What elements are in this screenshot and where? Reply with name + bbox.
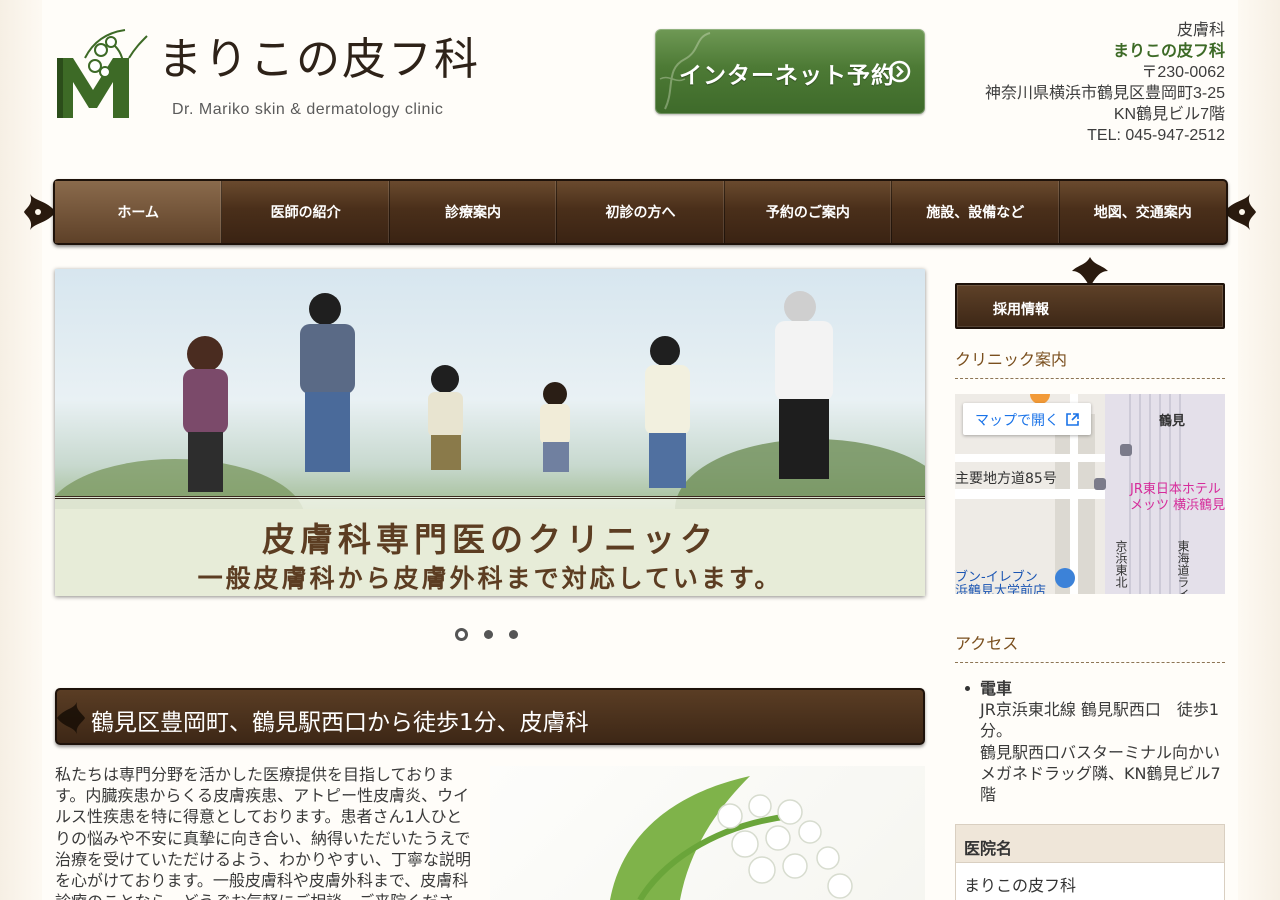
lily-m-logo-icon <box>57 29 148 118</box>
intro-paragraph: 私たちは専門分野を活かした医療提供を目指しております。内臓疾患からくる皮膚疾患、… <box>55 765 472 900</box>
map-label-road: 主要地方道85号 <box>955 471 1057 487</box>
access-list: 電車 JR京浜東北線 鶴見駅西口 徒歩1分。 鶴見駅西口バスターミナル向かいメガ… <box>965 678 1225 805</box>
info-table-header: 医院名 <box>956 825 1224 863</box>
hero-caption: 皮膚科専門医のクリニック 一般皮膚科から皮膚外科まで対応しています。 <box>55 496 925 596</box>
section-title: 鶴見区豊岡町、鶴見駅西口から徒歩1分、皮膚科 <box>91 710 589 736</box>
hero-slider[interactable]: 皮膚科専門医のクリニック 一般皮膚科から皮膚外科まで対応しています。 <box>55 269 925 596</box>
hero-subtitle: 一般皮膚科から皮膚外科まで対応しています。 <box>197 564 783 593</box>
nav-right-ornament-icon <box>1224 194 1256 230</box>
address-line1: 神奈川県横浜市鶴見区豊岡町3-25 <box>984 85 1225 102</box>
slider-pagination <box>455 628 518 641</box>
recruit-button[interactable]: 採用情報 <box>955 283 1225 329</box>
reservation-label: インターネット予約 <box>679 63 895 89</box>
nav-item-access-map[interactable]: 地図、交通案内 <box>1060 181 1226 243</box>
nav-item-reservation[interactable]: 予約のご案内 <box>725 181 893 243</box>
nav-item-first-visit[interactable]: 初診の方へ <box>557 181 725 243</box>
access-building-info: 鶴見駅西口バスターミナル向かいメガネドラッグ隣、KN鶴見ビル7階 <box>980 742 1221 805</box>
address-postal: 〒230-0062 <box>1141 64 1225 81</box>
open-map-button[interactable]: マップで開く <box>963 403 1091 435</box>
address-tel[interactable]: TEL: 045-947-2512 <box>985 125 1225 146</box>
map-label-rail-line: 京浜東北 <box>1114 540 1128 588</box>
internet-reservation-button[interactable]: インターネット予約 <box>655 29 925 114</box>
clinic-logo[interactable]: まりこの皮フ科 Dr. Mariko skin & dermatology cl… <box>55 28 495 124</box>
google-map-embed[interactable]: マップで開く 鶴見 主要地方道85号 JR東日本ホテル メッツ 横浜鶴見 ブン-… <box>955 394 1225 594</box>
clinic-address: 皮膚科 まりこの皮フ科 〒230-0062 神奈川県横浜市鶴見区豊岡町3-25 … <box>985 20 1225 146</box>
address-clinic-name: まりこの皮フ科 <box>1112 43 1225 60</box>
access-heading: アクセス <box>955 630 1225 663</box>
nav-item-facilities[interactable]: 施設、設備など <box>892 181 1060 243</box>
external-link-icon <box>1066 413 1079 426</box>
map-label-hotel-2: メッツ 横浜鶴見 <box>1130 498 1225 513</box>
arrow-circle-right-icon <box>888 60 911 83</box>
nav-left-ornament-icon <box>24 194 56 230</box>
clinic-info-table: 医院名 まりこの皮フ科 <box>955 824 1225 900</box>
map-label-rail-line-2: 東海道ライン <box>1176 540 1190 594</box>
address-line2: KN鶴見ビル7階 <box>1113 106 1225 123</box>
access-train-line: JR京浜東北線 鶴見駅西口 徒歩1分。 <box>980 700 1220 741</box>
clinic-info-heading: クリニック案内 <box>955 346 1225 379</box>
slider-dot[interactable] <box>484 630 493 639</box>
slider-dot-active[interactable] <box>455 628 468 641</box>
address-category: 皮膚科 <box>1176 22 1225 39</box>
hero-title: 皮膚科専門医のクリニック <box>262 520 718 559</box>
nav-item-services[interactable]: 診療案内 <box>390 181 558 243</box>
map-label-store-2: 浜鶴見大学前店 <box>955 584 1047 594</box>
access-label-train: 電車 <box>980 679 1013 698</box>
main-navigation: ホーム 医師の紹介 診療案内 初診の方へ 予約のご案内 施設、設備など 地図、交… <box>53 179 1228 245</box>
list-bullet-icon <box>965 686 970 691</box>
section-heading-bar: 鶴見区豊岡町、鶴見駅西口から徒歩1分、皮膚科 <box>55 688 925 745</box>
open-map-label: マップで開く <box>975 413 1059 429</box>
heading-ornament-icon <box>57 702 85 734</box>
nav-item-home[interactable]: ホーム <box>55 181 223 243</box>
lily-flower-image <box>490 766 925 900</box>
slider-dot[interactable] <box>509 630 518 639</box>
info-table-cell: まりこの皮フ科 <box>956 863 1224 900</box>
logo-subtitle: Dr. Mariko skin & dermatology clinic <box>172 101 444 118</box>
map-label-station: 鶴見 <box>1159 414 1186 429</box>
nav-item-doctor[interactable]: 医師の紹介 <box>222 181 390 243</box>
logo-text: まりこの皮フ科 <box>158 34 480 85</box>
recruit-label: 採用情報 <box>993 302 1049 318</box>
